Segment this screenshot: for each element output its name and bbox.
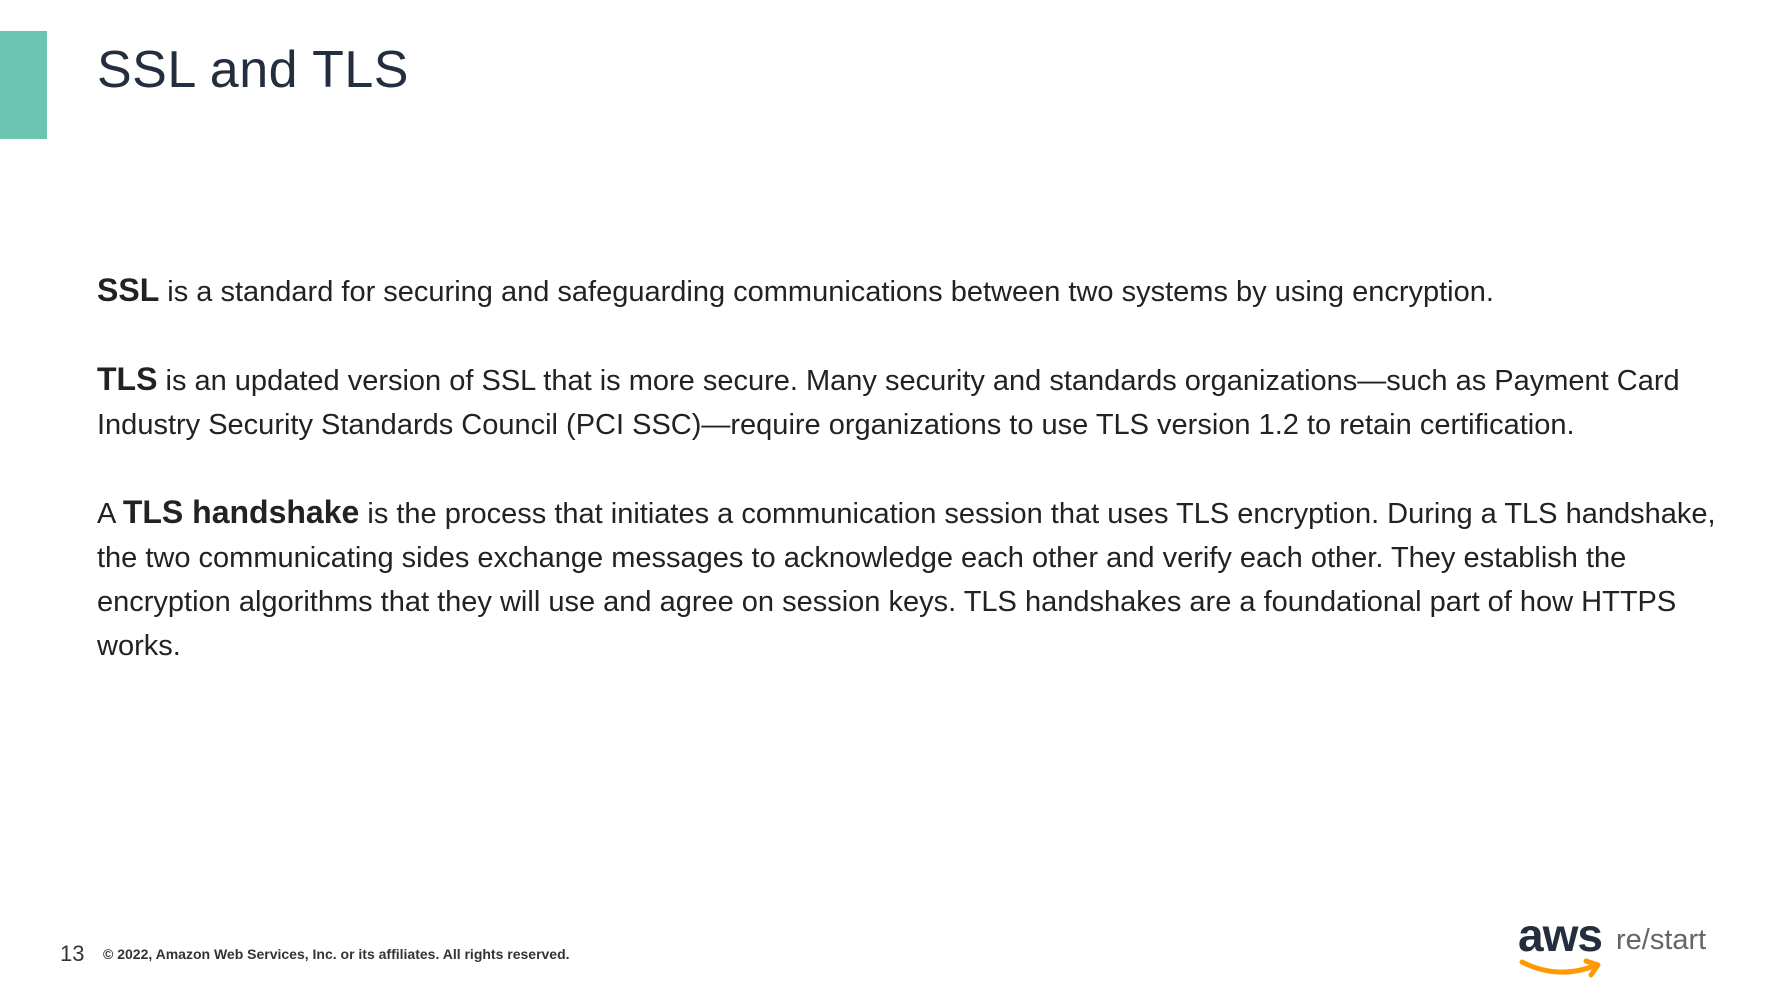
- aws-logo-text: aws: [1518, 909, 1603, 961]
- paragraph-tls: TLS is an updated version of SSL that is…: [97, 357, 1717, 447]
- paragraph-tls-handshake: A TLS handshake is the process that init…: [97, 490, 1717, 668]
- page-number: 13: [60, 941, 85, 966]
- restart-logo-text: re/start: [1616, 924, 1707, 956]
- term-ssl: SSL: [97, 272, 160, 308]
- paragraph-ssl-text: is a standard for securing and safeguard…: [159, 276, 1494, 308]
- term-tls-handshake: TLS handshake: [122, 494, 360, 530]
- slide: SSL and TLS SSL is a standard for securi…: [0, 0, 1787, 1000]
- accent-bar: [0, 31, 47, 139]
- term-tls: TLS: [97, 361, 158, 397]
- paragraph-handshake-prefix: A: [97, 498, 123, 530]
- paragraph-ssl: SSL is a standard for securing and safeg…: [97, 268, 1717, 314]
- paragraph-tls-text: is an updated version of SSL that is mor…: [97, 365, 1680, 441]
- copyright-notice: © 2022, Amazon Web Services, Inc. or its…: [103, 946, 570, 962]
- aws-smile-icon: [1519, 958, 1601, 978]
- slide-body: SSL is a standard for securing and safeg…: [97, 268, 1717, 711]
- slide-title: SSL and TLS: [97, 41, 409, 99]
- aws-restart-logo: aws re/start: [1518, 912, 1718, 982]
